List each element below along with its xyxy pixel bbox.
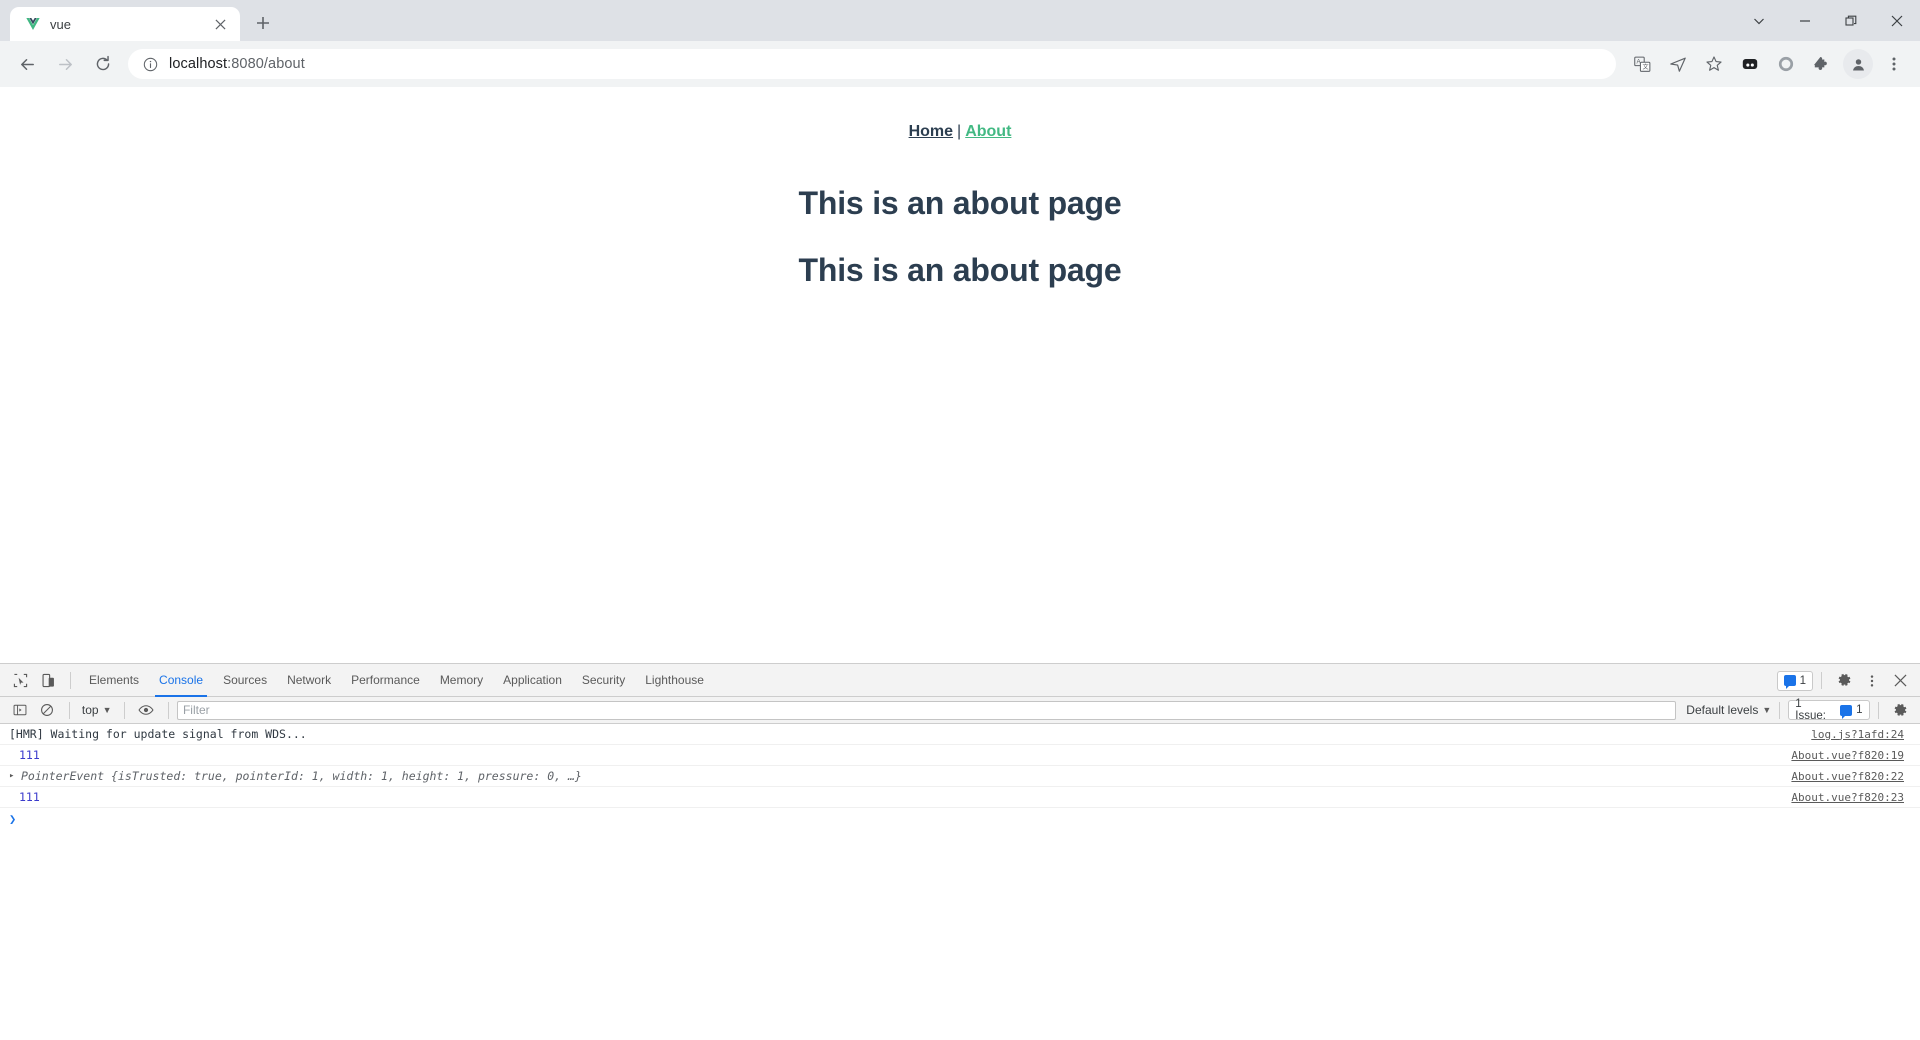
- close-window-button[interactable]: [1874, 0, 1920, 41]
- profile-avatar-icon[interactable]: [1843, 49, 1873, 79]
- tab-memory[interactable]: Memory: [430, 664, 493, 697]
- console-message-text: 111: [19, 789, 40, 804]
- console-row[interactable]: 111 About.vue?f820:19: [0, 745, 1920, 766]
- translate-icon[interactable]: A 文: [1627, 49, 1657, 79]
- console-row[interactable]: 111 About.vue?f820:23: [0, 787, 1920, 808]
- issue-bubble-icon: [1840, 704, 1853, 719]
- browser-chrome: vue localhost:8080/about A 文: [0, 0, 1920, 87]
- expand-triangle-icon[interactable]: ▸: [9, 766, 19, 787]
- filter-divider-4: [1779, 701, 1781, 719]
- new-tab-button[interactable]: [248, 8, 278, 38]
- prompt-chevron-icon: ❯: [9, 811, 17, 826]
- page-content: Home | About This is an about page This is…: [0, 87, 1920, 704]
- puzzle-icon[interactable]: [1807, 49, 1837, 79]
- maximize-button[interactable]: [1828, 0, 1874, 41]
- console-message-text: 111: [19, 747, 40, 762]
- console-sidebar-icon[interactable]: [7, 697, 32, 723]
- info-circle-icon[interactable]: [142, 56, 159, 73]
- minimize-button[interactable]: [1782, 0, 1828, 41]
- window-controls: [1736, 0, 1920, 41]
- tab-network[interactable]: Network: [277, 664, 341, 697]
- issues-count: 1: [1856, 704, 1863, 716]
- console-filter-input[interactable]: [176, 700, 1677, 720]
- page-title-secondary: This is an about page: [798, 252, 1122, 289]
- inspect-element-icon[interactable]: [7, 667, 33, 693]
- devtools-tabbar: Elements Console Sources Network Perform…: [0, 664, 1920, 697]
- toolbar-actions: A 文: [1624, 49, 1912, 79]
- device-toolbar-icon[interactable]: [35, 667, 61, 693]
- tab-strip: vue: [0, 0, 1920, 41]
- source-link[interactable]: About.vue?f820:19: [1791, 745, 1904, 766]
- browser-tab[interactable]: vue: [10, 7, 240, 41]
- console-row[interactable]: ▸ PointerEvent {isTrusted: true, pointer…: [0, 766, 1920, 787]
- devtools-panel: Elements Console Sources Network Perform…: [0, 663, 1920, 1040]
- issues-label: 1 Issue:: [1795, 698, 1826, 722]
- page-title: This is an about page: [798, 185, 1122, 222]
- console-settings-gear-icon[interactable]: [1888, 697, 1913, 723]
- more-menu-icon[interactable]: [1879, 49, 1909, 79]
- tab-sources[interactable]: Sources: [213, 664, 277, 697]
- url-host: localhost: [169, 56, 228, 72]
- extension-dark-icon[interactable]: [1735, 49, 1765, 79]
- tab-performance[interactable]: Performance: [341, 664, 430, 697]
- source-link[interactable]: About.vue?f820:22: [1791, 766, 1904, 787]
- tab-title: vue: [50, 16, 71, 32]
- console-row[interactable]: [HMR] Waiting for update signal from WDS…: [0, 724, 1920, 745]
- tab-security[interactable]: Security: [572, 664, 635, 697]
- filter-divider-5: [1877, 701, 1879, 719]
- tab-console[interactable]: Console: [149, 664, 213, 697]
- close-devtools-icon[interactable]: [1887, 668, 1913, 694]
- url-text: localhost:8080/about: [169, 56, 305, 72]
- forward-arrow-icon[interactable]: [48, 47, 82, 81]
- live-expression-icon[interactable]: [134, 697, 159, 723]
- vue-logo-icon: [24, 16, 41, 33]
- console-message-text: PointerEvent {isTrusted: true, pointerId…: [21, 768, 582, 783]
- toolbar-divider: [70, 671, 71, 689]
- filter-divider-3: [167, 701, 169, 719]
- source-link[interactable]: log.js?1afd:24: [1811, 724, 1904, 745]
- reload-icon[interactable]: [86, 47, 120, 81]
- tab-elements[interactable]: Elements: [79, 664, 149, 697]
- log-levels-label: Default levels: [1686, 703, 1759, 717]
- console-message-text: [HMR] Waiting for update signal from WDS…: [9, 726, 307, 741]
- bookmark-star-icon[interactable]: [1699, 49, 1729, 79]
- address-bar[interactable]: localhost:8080/about: [128, 49, 1616, 79]
- console-filter-bar: top ▼ Default levels ▼ 1 Issue: 1: [0, 697, 1920, 724]
- browser-toolbar: localhost:8080/about A 文: [0, 41, 1920, 87]
- tab-application[interactable]: Application: [493, 664, 572, 697]
- log-levels-selector[interactable]: Default levels ▼: [1686, 703, 1771, 717]
- send-page-icon[interactable]: [1663, 49, 1693, 79]
- url-path: :8080/about: [227, 56, 305, 72]
- back-arrow-icon[interactable]: [10, 47, 44, 81]
- app-nav: Home | About: [0, 121, 1920, 143]
- gear-icon[interactable]: [1831, 668, 1857, 694]
- nav-link-about[interactable]: About: [965, 123, 1011, 140]
- context-label: top: [81, 703, 99, 717]
- nav-divider: |: [957, 123, 962, 140]
- nav-link-home[interactable]: Home: [909, 123, 953, 140]
- issues-badge[interactable]: 1 Issue: 1: [1788, 698, 1870, 722]
- svg-text:文: 文: [1642, 63, 1648, 71]
- tab-search-button[interactable]: [1736, 0, 1782, 41]
- devtools-header-actions: 1: [1776, 664, 1914, 697]
- context-selector[interactable]: top ▼: [78, 700, 116, 720]
- chevron-down-icon: ▼: [1762, 705, 1772, 715]
- console-input-prompt[interactable]: ❯: [0, 808, 1920, 829]
- circle-icon[interactable]: [1771, 49, 1801, 79]
- source-link[interactable]: About.vue?f820:23: [1791, 787, 1904, 808]
- message-count-badge[interactable]: 1: [1776, 670, 1813, 691]
- tab-close-icon[interactable]: [211, 15, 230, 34]
- message-count: 1: [1799, 674, 1806, 687]
- filter-divider-2: [123, 701, 125, 719]
- filter-divider-1: [68, 701, 70, 719]
- more-vertical-icon[interactable]: [1859, 668, 1885, 694]
- chevron-down-icon: ▼: [102, 705, 112, 715]
- clear-console-icon[interactable]: [34, 697, 59, 723]
- console-message-list[interactable]: [HMR] Waiting for update signal from WDS…: [0, 724, 1920, 1040]
- header-divider: [1821, 672, 1822, 689]
- message-bubble-icon: [1783, 675, 1796, 689]
- tab-lighthouse[interactable]: Lighthouse: [635, 664, 714, 697]
